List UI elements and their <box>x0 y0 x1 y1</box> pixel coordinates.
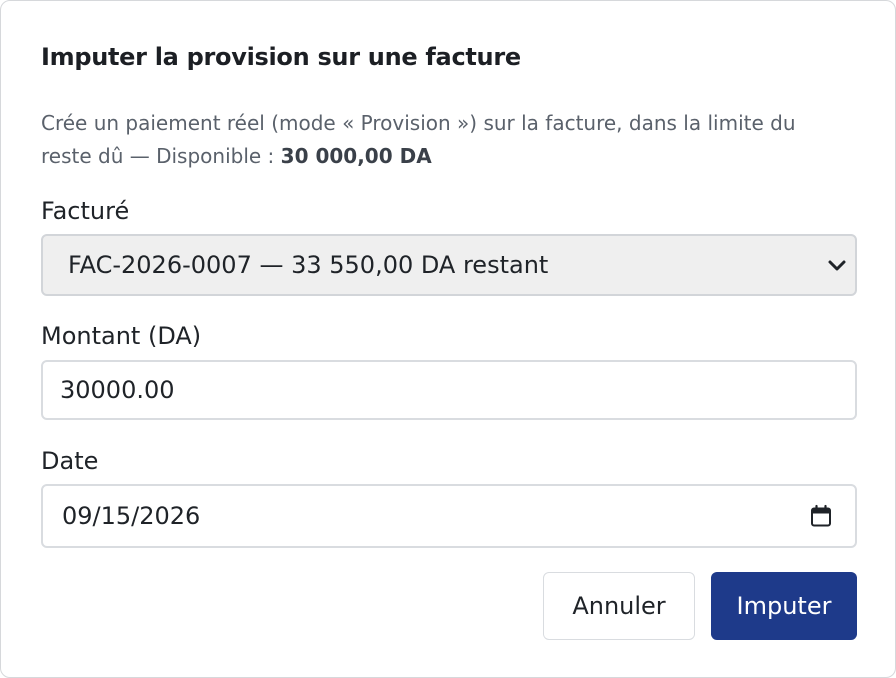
invoice-selected-value: FAC-2026-0007 — 33 550,00 DA restant <box>68 251 549 279</box>
impute-provision-dialog: Imputer la provision sur une facture Cré… <box>0 0 896 678</box>
impute-button[interactable]: Imputer <box>711 572 857 640</box>
amount-input[interactable]: 30000.00 <box>41 360 857 420</box>
amount-value: 30000.00 <box>60 376 175 404</box>
date-input[interactable]: 09/15/2026 <box>41 484 857 548</box>
chevron-down-icon <box>828 260 846 271</box>
calendar-icon[interactable] <box>809 504 833 528</box>
dialog-description: Crée un paiement réel (mode « Provision … <box>41 107 851 173</box>
amount-label: Montant (DA) <box>41 322 202 350</box>
cancel-button[interactable]: Annuler <box>543 572 695 640</box>
available-amount: 30 000,00 DA <box>280 144 432 168</box>
date-label: Date <box>41 447 99 475</box>
date-value: 09/15/2026 <box>62 502 201 530</box>
invoice-select[interactable]: FAC-2026-0007 — 33 550,00 DA restant <box>41 234 857 296</box>
dialog-title: Imputer la provision sur une facture <box>41 43 521 71</box>
invoice-label: Facturé <box>41 197 130 225</box>
